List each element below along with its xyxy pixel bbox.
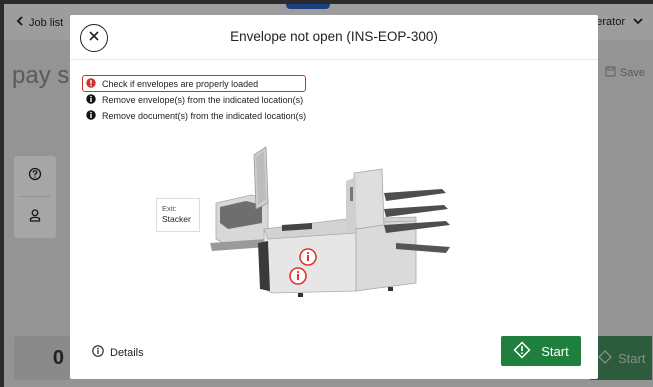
- dialog-title: Envelope not open (INS-EOP-300): [230, 29, 438, 44]
- location-indicator-icon: [299, 248, 317, 266]
- details-label: Details: [110, 346, 144, 359]
- message-text: Remove envelope(s) from the indicated lo…: [102, 95, 304, 105]
- info-icon: [92, 345, 104, 360]
- start-button[interactable]: Start: [501, 336, 581, 366]
- info-icon: [86, 94, 96, 106]
- message-text: Check if envelopes are properly loaded: [102, 78, 259, 89]
- location-indicator-icon: [289, 267, 307, 285]
- dialog-header: Envelope not open (INS-EOP-300): [70, 15, 598, 60]
- details-button[interactable]: Details: [92, 345, 144, 360]
- app-background: Job list erator pay s Save 0 Start Envel…: [4, 4, 653, 387]
- exit-label: Exit:: [162, 204, 177, 213]
- info-icon: [86, 110, 96, 122]
- exit-value: Stacker: [162, 214, 191, 224]
- error-message: Check if envelopes are properly loaded: [82, 75, 307, 92]
- start-icon: [513, 340, 531, 362]
- error-dialog: Envelope not open (INS-EOP-300) Check if…: [70, 15, 598, 379]
- info-message: Remove document(s) from the indicated lo…: [86, 108, 306, 124]
- exit-label-box: Exit: Stacker: [156, 198, 200, 232]
- start-label: Start: [541, 343, 569, 359]
- message-list: Check if envelopes are properly loaded R…: [82, 75, 307, 124]
- error-icon: [86, 77, 96, 90]
- message-text: Remove document(s) from the indicated lo…: [102, 111, 307, 121]
- machine-illustration: [210, 146, 450, 297]
- info-message: Remove envelope(s) from the indicated lo…: [86, 92, 306, 108]
